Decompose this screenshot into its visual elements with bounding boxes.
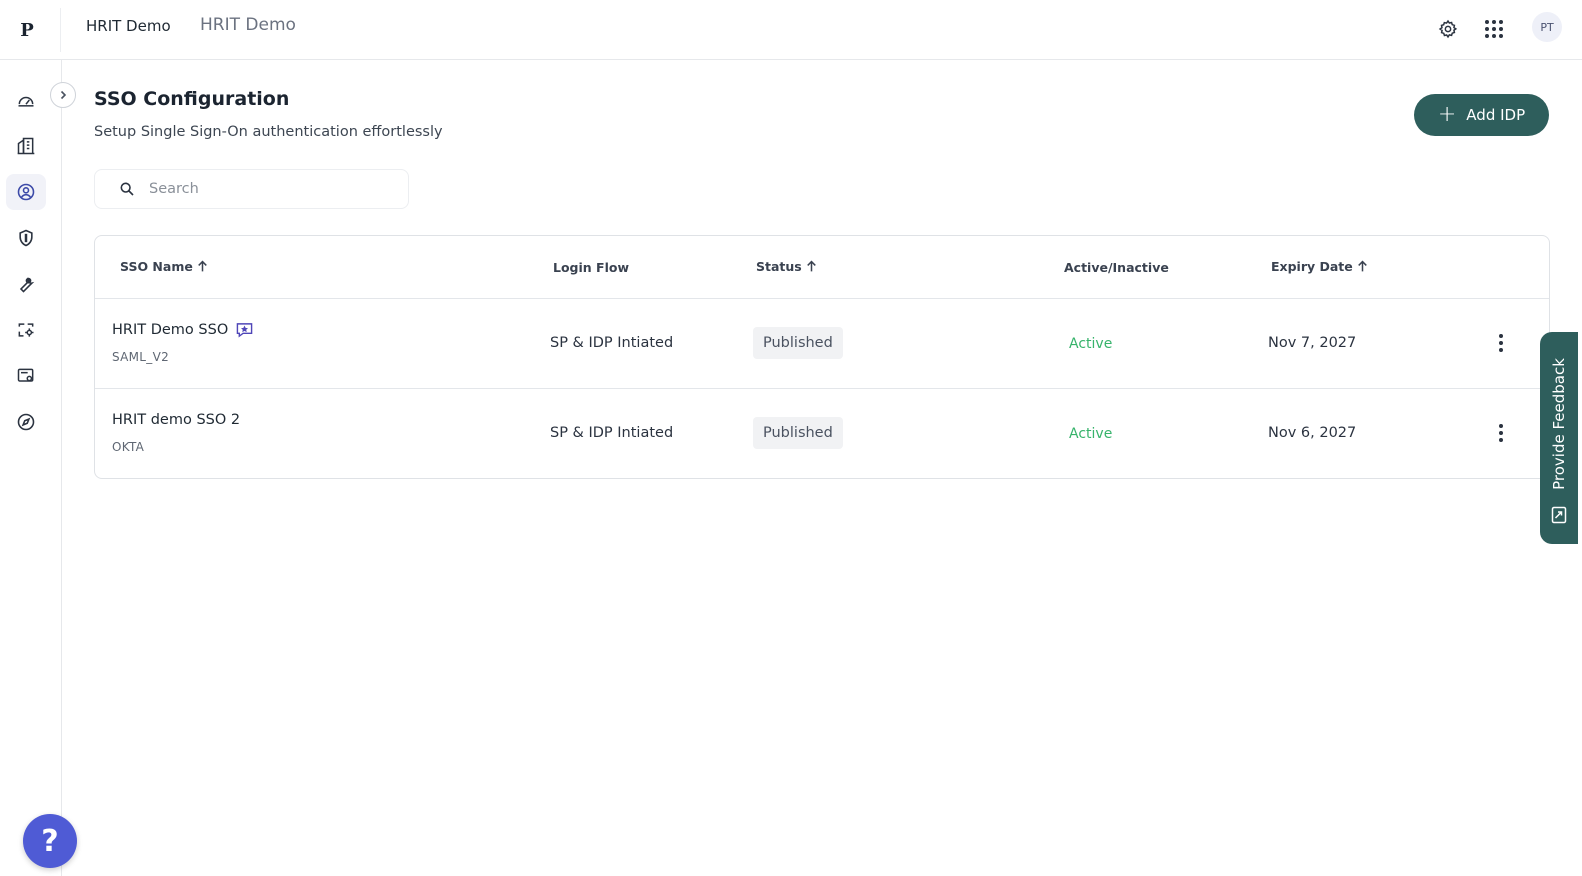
- compass-icon: [17, 413, 35, 431]
- avatar[interactable]: PT: [1532, 12, 1562, 42]
- expiry-date: Nov 6, 2027: [1268, 425, 1357, 441]
- add-idp-label: Add IDP: [1466, 106, 1526, 124]
- sidebar-item-security[interactable]: [6, 220, 46, 256]
- expiry-date: Nov 7, 2027: [1268, 335, 1357, 351]
- screen-settings-icon: [17, 368, 34, 382]
- sidebar: [0, 60, 62, 876]
- feedback-icon: [1551, 506, 1567, 524]
- sso-table: SSO Name Login Flow Status Active/Inacti…: [94, 235, 1550, 479]
- table-row[interactable]: HRIT demo SSO 2 OKTA SP & IDP Intiated P…: [95, 389, 1549, 478]
- sort-arrow-up-icon: [198, 260, 207, 272]
- search-box[interactable]: [94, 169, 409, 209]
- status-badge: Published: [753, 417, 843, 449]
- page-subtitle: Setup Single Sign-On authentication effo…: [94, 124, 443, 140]
- column-expiry-date[interactable]: Expiry Date: [1271, 259, 1369, 274]
- user-circle-icon: [17, 183, 35, 201]
- status-badge: Published: [753, 327, 843, 359]
- column-login-flow: Login Flow: [553, 260, 629, 275]
- sort-arrow-up-icon: [1357, 260, 1367, 272]
- sort-arrow-up-icon: [806, 260, 816, 272]
- flow-settings-icon: [18, 323, 34, 337]
- top-bar: P HRIT Demo HRIT Demo PT: [0, 0, 1582, 60]
- sidebar-item-workflows[interactable]: [6, 312, 46, 348]
- question-icon: ?: [41, 823, 59, 859]
- sidebar-item-dashboard[interactable]: [6, 82, 46, 118]
- sidebar-collapse-button[interactable]: [50, 82, 76, 108]
- sso-type: SAML_V2: [112, 350, 170, 364]
- feedback-label: Provide Feedback: [1550, 358, 1568, 490]
- page-title: SSO Configuration: [94, 88, 290, 110]
- default-badge-icon: [236, 323, 253, 338]
- plus-icon: +: [1437, 102, 1457, 127]
- sidebar-item-users[interactable]: [6, 174, 46, 210]
- app-name: HRIT Demo: [200, 15, 296, 35]
- sso-type: OKTA: [112, 440, 145, 454]
- search-icon: [120, 182, 134, 196]
- header-divider: [60, 8, 61, 52]
- kebab-dot: [1499, 431, 1503, 435]
- active-status: Active: [1069, 336, 1113, 352]
- provide-feedback-tab[interactable]: Provide Feedback: [1540, 332, 1578, 544]
- column-status[interactable]: Status: [756, 259, 818, 274]
- column-sso-name[interactable]: SSO Name: [120, 259, 209, 274]
- settings-button[interactable]: [1433, 14, 1463, 44]
- chevron-right-icon: [60, 90, 67, 100]
- kebab-dot: [1499, 424, 1503, 428]
- app-logo[interactable]: P: [16, 15, 38, 45]
- org-name[interactable]: HRIT Demo: [86, 17, 171, 35]
- kebab-dot: [1499, 341, 1503, 345]
- active-status: Active: [1069, 426, 1113, 442]
- sidebar-item-tools[interactable]: [6, 266, 46, 302]
- building-icon: [17, 137, 35, 155]
- sso-name: HRIT Demo SSO: [112, 322, 229, 338]
- sso-name: HRIT demo SSO 2: [112, 412, 241, 428]
- add-idp-button[interactable]: + Add IDP: [1414, 94, 1549, 136]
- shield-icon: [19, 229, 33, 247]
- gear-icon: [1438, 19, 1458, 39]
- sidebar-item-organization[interactable]: [6, 128, 46, 164]
- help-button[interactable]: ?: [23, 814, 77, 868]
- table-header: SSO Name Login Flow Status Active/Inacti…: [95, 236, 1549, 299]
- row-actions-button[interactable]: [1491, 330, 1511, 356]
- row-actions-button[interactable]: [1491, 420, 1511, 446]
- login-flow: SP & IDP Intiated: [550, 335, 674, 351]
- kebab-dot: [1499, 438, 1503, 442]
- kebab-dot: [1499, 348, 1503, 352]
- grid-icon: [1485, 20, 1503, 38]
- dashboard-icon: [18, 96, 34, 107]
- apps-button[interactable]: [1479, 14, 1509, 44]
- table-row[interactable]: HRIT Demo SSO SAML_V2 SP & IDP Intiated …: [95, 299, 1549, 389]
- sidebar-item-devices[interactable]: [6, 358, 46, 394]
- sidebar-item-explore[interactable]: [6, 404, 46, 440]
- wrench-icon: [19, 277, 35, 293]
- login-flow: SP & IDP Intiated: [550, 425, 674, 441]
- sso-name-cell[interactable]: HRIT Demo SSO: [112, 322, 253, 338]
- column-active-inactive: Active/Inactive: [1064, 260, 1169, 275]
- search-input[interactable]: [149, 181, 389, 197]
- sso-name-cell[interactable]: HRIT demo SSO 2: [112, 412, 240, 428]
- kebab-dot: [1499, 334, 1503, 338]
